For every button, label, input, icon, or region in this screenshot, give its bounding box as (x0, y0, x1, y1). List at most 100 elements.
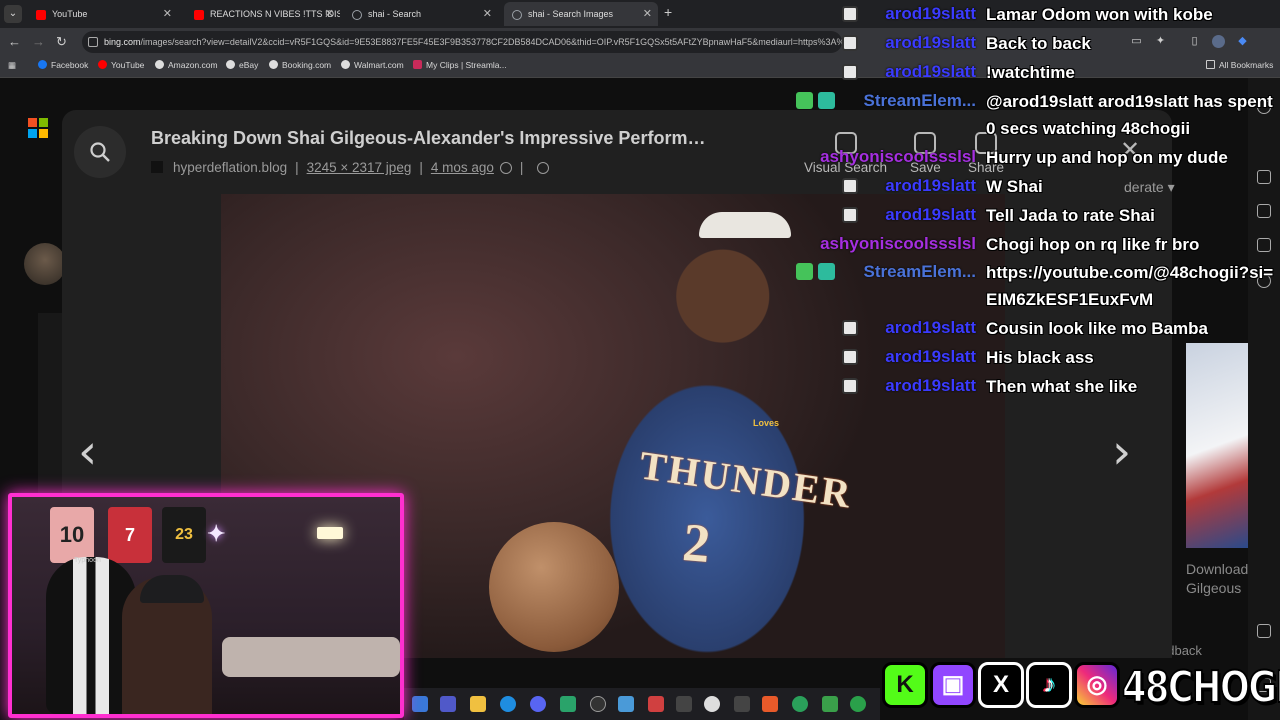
back-icon[interactable]: ← (8, 34, 21, 49)
bookmark-ebay[interactable]: eBay (226, 60, 258, 70)
chat-username: arod19slatt (885, 318, 976, 337)
bookmark-booking[interactable]: Booking.com (269, 60, 331, 70)
close-icon[interactable]: ✕ (163, 2, 172, 26)
bookmark-label: My Clips | Streamla... (426, 60, 507, 70)
lakers-neon-sign: ✦ (207, 521, 226, 546)
subscriber-badge-icon (842, 378, 858, 394)
spotify-icon[interactable] (792, 696, 808, 712)
chat-username: arod19slatt (885, 347, 976, 366)
info-icon[interactable] (537, 162, 550, 174)
edge-icon[interactable] (500, 696, 516, 712)
chat-username: StreamElem... (863, 91, 976, 110)
bookmark-amazon[interactable]: Amazon.com (155, 60, 218, 70)
brave-icon[interactable] (762, 696, 778, 712)
forward-icon[interactable]: → (32, 34, 45, 49)
explorer-icon[interactable] (470, 696, 486, 712)
image-dimensions-link[interactable]: 3245 × 2317 jpeg (307, 160, 412, 175)
site-info-icon[interactable] (88, 37, 98, 47)
bookmark-label: Amazon.com (168, 60, 218, 70)
next-image-icon[interactable]: › (1112, 424, 1131, 480)
photo-jersey-patch: Loves (753, 418, 780, 428)
webcam-overlay: 10 7 23 ✦ Typhoon (8, 493, 404, 718)
kick-icon: K (882, 662, 928, 708)
chat-text: His black ass (986, 348, 1094, 367)
tab-label: YouTube (52, 9, 88, 19)
chat-message: ashyoniscoolssslsl Hurry up and hop on my… (790, 143, 1280, 172)
related-avatar[interactable] (24, 243, 66, 285)
bookmark-walmart[interactable]: Walmart.com (341, 60, 404, 70)
url-host: bing.com (104, 37, 141, 47)
chat-text: Hurry up and hop on my dude (986, 148, 1228, 167)
subscriber-badge-icon (842, 64, 858, 80)
discord-icon[interactable] (530, 696, 546, 712)
chat-message: arod19slatt Tell Jada to rate Shai (790, 201, 1280, 230)
teams-icon[interactable] (440, 696, 456, 712)
moderator-badge-icon (796, 92, 813, 109)
close-icon[interactable]: ✕ (643, 2, 652, 26)
tab-search-menu-icon[interactable]: ⌄ (4, 5, 22, 23)
store-icon[interactable] (618, 696, 634, 712)
source-favicon (151, 161, 163, 173)
bookmark-facebook[interactable]: Facebook (38, 60, 88, 70)
netflix-icon[interactable] (648, 696, 664, 712)
previous-image-icon[interactable]: ‹ (78, 424, 97, 480)
image-age-link[interactable]: 4 mos ago (431, 160, 494, 175)
subscriber-badge-icon (842, 349, 858, 365)
x-glyph: X (992, 671, 1009, 698)
image-title[interactable]: Breaking Down Shai Gilgeous-Alexander's … (151, 128, 705, 149)
close-icon[interactable]: ✕ (483, 2, 492, 26)
apps-icon[interactable]: ▦ (8, 60, 16, 71)
chat-message: arod19slatt Cousin look like mo Bamba (790, 314, 1280, 343)
chat-username: arod19slatt (885, 4, 976, 23)
address-bar[interactable]: bing.com/images/search?view=detailV2&cci… (82, 31, 842, 53)
photo-basketball (489, 522, 619, 652)
tab-shai-search-images[interactable]: shai - Search Images ✕ (504, 2, 658, 26)
search-icon (512, 9, 522, 20)
obs-icon[interactable] (590, 696, 606, 712)
settings-icon[interactable] (1257, 624, 1271, 638)
chat-message: ashyoniscoolssslsl Chogi hop on rq like f… (790, 230, 1280, 259)
calculator-icon[interactable] (676, 696, 692, 712)
chat-message: StreamElem... @arod19slatt arod19slatt ha… (790, 87, 1280, 138)
chat-message: StreamElem... https://youtube.com/@48chog… (790, 258, 1280, 309)
facebook-icon (38, 60, 47, 69)
chat-text: https://youtube.com/@48chogii?si=EIM6ZkE… (986, 263, 1274, 309)
instagram-icon: ◎ (1074, 662, 1120, 708)
bookmark-streamladder[interactable]: My Clips | Streamla... (413, 60, 507, 70)
chat-username: ashyoniscoolssslsl (820, 234, 976, 253)
close-icon[interactable]: ✕ (325, 2, 334, 26)
app2-icon[interactable] (850, 696, 866, 712)
reload-icon[interactable]: ↻ (56, 34, 67, 50)
chat-text: Tell Jada to rate Shai (986, 206, 1155, 225)
new-tab-button[interactable]: + (664, 4, 672, 20)
wall-jersey: 10 (50, 507, 94, 563)
youtube-icon (36, 9, 46, 20)
screen: ⌄ YouTube ✕ REACTIONS N VIBES !TTS !DISC ✕… (0, 0, 1280, 720)
booking-icon (269, 60, 278, 69)
chrome-icon[interactable] (704, 696, 720, 712)
search-button[interactable] (74, 126, 126, 178)
ebay-icon (226, 60, 235, 69)
amazon-icon (155, 60, 164, 69)
bookmark-label: YouTube (111, 60, 145, 70)
terminal-icon[interactable] (734, 696, 750, 712)
source-domain[interactable]: hyperdeflation.blog (173, 160, 287, 175)
tab-reactions[interactable]: REACTIONS N VIBES !TTS !DISC ✕ (186, 2, 340, 26)
microsoft-logo[interactable] (28, 118, 48, 138)
search-icon (352, 9, 362, 20)
tab-shai-search[interactable]: shai - Search ✕ (344, 2, 498, 26)
chat-username: StreamElem... (863, 262, 976, 281)
copilot-icon[interactable] (412, 696, 428, 712)
bookmark-youtube[interactable]: YouTube (98, 60, 144, 70)
photo-headband (699, 212, 791, 238)
bot-badge-icon (818, 92, 835, 109)
xbox-icon[interactable] (822, 696, 838, 712)
moderator-badge-icon (796, 263, 813, 280)
subscriber-badge-icon (842, 207, 858, 223)
bot-badge-icon (818, 263, 835, 280)
chat-overlay: arod19slatt Lamar Odom won with kobe arod1… (790, 0, 1280, 410)
bookmark-label: Walmart.com (354, 60, 404, 70)
chat-message: arod19slatt !watchtime (790, 58, 1280, 87)
app-icon[interactable] (560, 696, 576, 712)
tab-youtube[interactable]: YouTube ✕ (28, 2, 178, 26)
